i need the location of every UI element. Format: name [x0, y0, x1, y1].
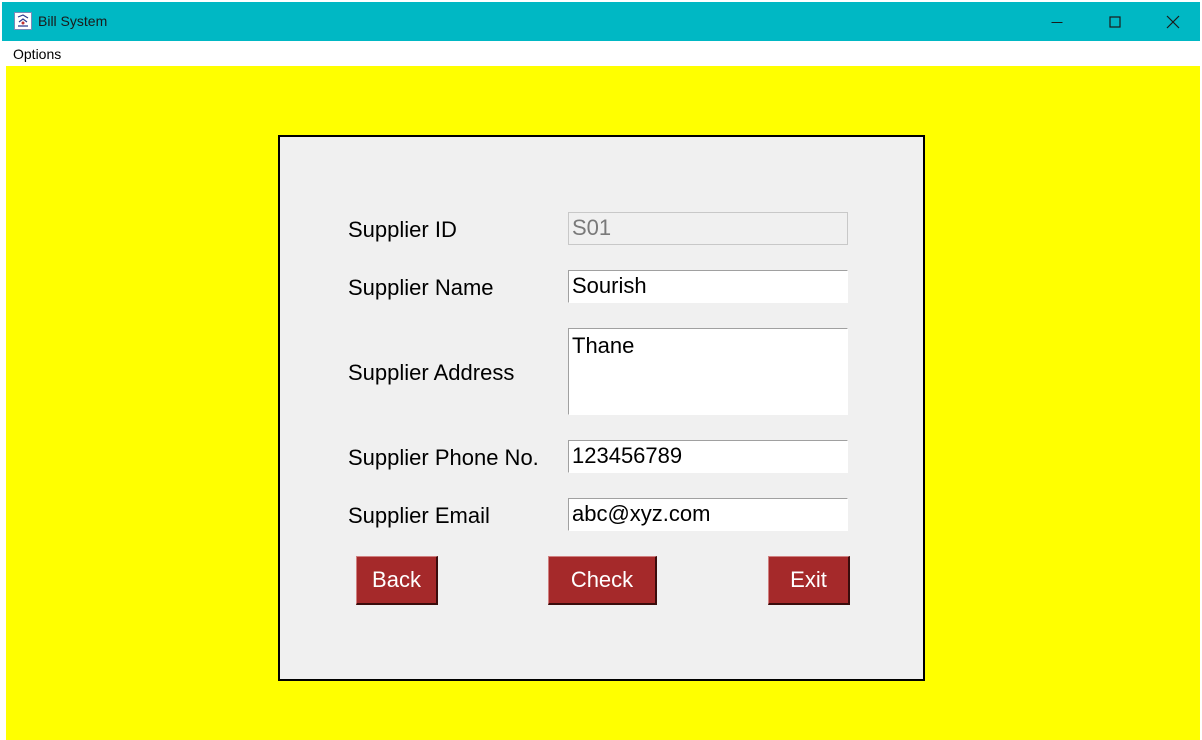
- menu-bar: Options: [2, 41, 1200, 66]
- check-button[interactable]: Check: [548, 556, 657, 605]
- app-window: Bill System Options Supplier ID S01 Supp…: [2, 2, 1200, 740]
- window-title: Bill System: [38, 13, 108, 29]
- supplier-phone-field[interactable]: 123456789: [568, 440, 848, 473]
- supplier-name-label: Supplier Name: [348, 275, 494, 300]
- supplier-id-field[interactable]: S01: [568, 212, 848, 245]
- supplier-name-field[interactable]: Sourish: [568, 270, 848, 303]
- maximize-icon: [1109, 15, 1121, 28]
- supplier-address-field[interactable]: Thane: [568, 328, 848, 415]
- window-edge: [2, 66, 6, 740]
- minimize-icon: [1051, 21, 1063, 23]
- title-bar[interactable]: Bill System: [2, 2, 1200, 41]
- app-icon: [14, 12, 32, 30]
- minimize-button[interactable]: [1028, 2, 1086, 41]
- supplier-id-label: Supplier ID: [348, 217, 457, 242]
- supplier-email-field[interactable]: abc@xyz.com: [568, 498, 848, 531]
- close-button[interactable]: [1144, 2, 1200, 41]
- supplier-email-label: Supplier Email: [348, 503, 490, 528]
- back-button[interactable]: Back: [356, 556, 438, 605]
- supplier-form-panel: Supplier ID S01 Supplier Name Sourish Su…: [278, 135, 925, 681]
- supplier-address-label: Supplier Address: [348, 360, 515, 385]
- menu-options[interactable]: Options: [12, 46, 62, 62]
- exit-button[interactable]: Exit: [768, 556, 850, 605]
- close-icon: [1166, 15, 1180, 28]
- supplier-phone-label: Supplier Phone No.: [348, 445, 539, 470]
- maximize-button[interactable]: [1086, 2, 1144, 41]
